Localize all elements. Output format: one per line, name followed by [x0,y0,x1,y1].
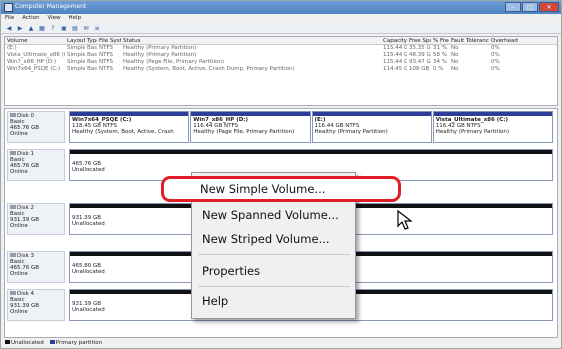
partition[interactable]: Win7x64_PSQE (C:) 118.45 GB NTFS Healthy (… [69,111,190,143]
col-overhead[interactable]: Overhead [489,37,529,44]
col-type[interactable]: Type [85,37,97,44]
col-free-space[interactable]: Free Space [407,37,431,44]
mouse-pointer-icon [397,210,413,230]
window-title: Computer Management [15,3,87,10]
volume-list: Volume Layout Type File System Status Ca… [4,36,558,106]
menu-separator [198,254,350,255]
close-button[interactable]: ✕ [539,2,559,12]
legend-unallocated: Unallocated [5,340,44,346]
list-icon[interactable]: ≡ [93,25,101,32]
disk-icon [10,291,16,295]
folder-icon[interactable]: ▤ [71,25,79,32]
disk-label[interactable]: Disk 4 Basic 931.39 GB Online [7,289,65,321]
menu-item-new-striped-volume[interactable]: New Striped Volume... [202,232,330,246]
title-bar[interactable]: Computer Management – □ ✕ [1,1,561,14]
legend: Unallocated Primary partition [5,340,102,346]
col-volume[interactable]: Volume [5,37,65,44]
legend-primary-partition: Primary partition [49,340,102,346]
highlight-new-simple-volume[interactable]: New Simple Volume... [161,176,401,202]
menu-help[interactable]: Help [69,14,82,23]
menu-action[interactable]: Action [22,14,39,23]
table-row[interactable]: Vista_Ultimate_x86 (C:)SimpleBasicNTFSHe… [5,52,557,59]
disk-label[interactable]: Disk 3 Basic 465.76 GB Online [7,251,65,283]
menu-item-properties[interactable]: Properties [202,264,260,278]
disk-icon [10,113,16,117]
menu-bar: File Action View Help [1,14,561,23]
col-status[interactable]: Status [121,37,381,44]
toolbar: ◀ ▶ ▲ ▦ ? ▣ ▤ ✉ ≡ [1,23,561,34]
menu-item-new-simple-volume[interactable]: New Simple Volume... [200,182,325,196]
table-row[interactable]: Win7x64_PSQE (C:)SimpleBasicNTFSHealthy … [5,66,557,73]
col-percent-free[interactable]: % Free [431,37,449,44]
back-icon[interactable]: ◀ [5,25,13,32]
up-icon[interactable]: ▲ [27,25,35,32]
col-capacity[interactable]: Capacity [381,37,407,44]
menu-item-new-spanned-volume[interactable]: New Spanned Volume... [202,208,339,222]
minimize-button[interactable]: – [505,2,521,12]
col-layout[interactable]: Layout [65,37,85,44]
menu-view[interactable]: View [47,14,60,23]
menu-item-help[interactable]: Help [202,294,228,308]
col-fault-tolerance[interactable]: Fault Tolerance [449,37,489,44]
col-filesystem[interactable]: File System [97,37,121,44]
disk-icon [10,253,16,257]
partition[interactable]: (E:) 116.44 GB NTFS Healthy (Primary Parti… [311,111,432,143]
forward-icon[interactable]: ▶ [16,25,24,32]
table-row[interactable]: (E:)SimpleBasicNTFSHealthy (Primary Part… [5,45,557,52]
app-icon [4,3,13,12]
partition[interactable]: Win7_x86_HP (D:) 116.44 GB NTFS Healthy (P… [190,111,311,143]
menu-separator [198,286,350,287]
connect-icon[interactable]: ▣ [60,25,68,32]
disk-row: Disk 0 Basic 465.76 GB Online Win7x64_PS… [5,109,557,145]
menu-file[interactable]: File [5,14,14,23]
mail-icon[interactable]: ✉ [82,25,90,32]
disk-icon [10,205,16,209]
disk-icon [10,151,16,155]
help-icon[interactable]: ? [49,25,57,32]
disk-label[interactable]: Disk 2 Basic 931.39 GB Online [7,203,65,235]
table-row[interactable]: Win7_x86_HP (D:)SimpleBasicNTFSHealthy (… [5,59,557,66]
disk-label[interactable]: Disk 0 Basic 465.76 GB Online [7,111,65,143]
partition[interactable]: Vista_Ultimate_x86 (C:) 116.42 GB NTFS Hea… [432,111,553,143]
disk-label[interactable]: Disk 1 Basic 465.76 GB Online [7,149,65,181]
maximize-button[interactable]: □ [522,2,538,12]
volume-list-header: Volume Layout Type File System Status Ca… [5,37,557,45]
properties-icon[interactable]: ▦ [38,25,46,32]
